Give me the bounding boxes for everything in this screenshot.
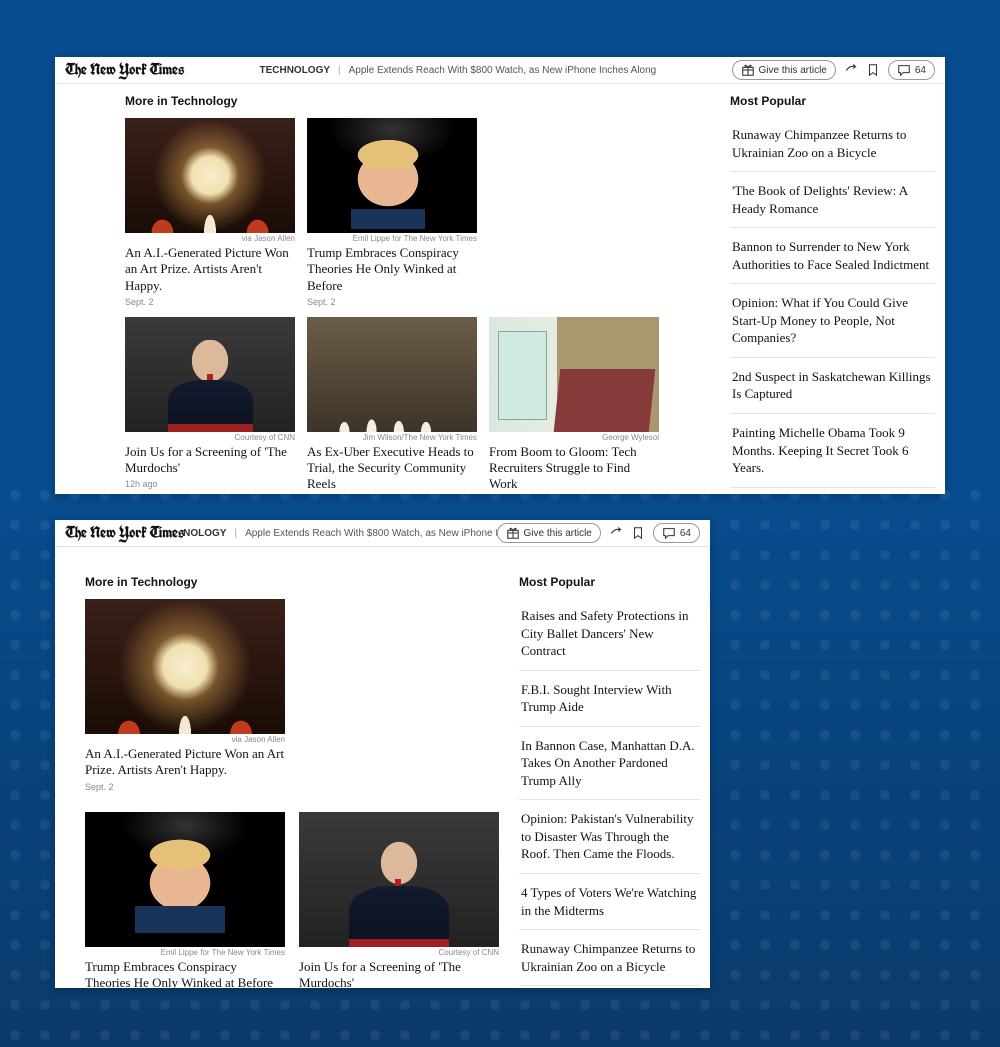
card-title: As Ex-Uber Executive Heads to Trial, the… [307, 444, 477, 493]
comment-count: 64 [680, 528, 691, 539]
screenshot-narrow: The New York Times TECHNOLOGY | Apple Ex… [55, 520, 710, 988]
topbar-actions: Give this article 64 [497, 523, 700, 543]
photo-credit: via Jason Allen [125, 234, 295, 243]
give-article-button[interactable]: Give this article [732, 60, 836, 80]
article-card[interactable]: Emil Lippe for The New York Times Trump … [85, 812, 285, 989]
card-timestamp: Sept. 2 [85, 782, 285, 792]
card-title: An A.I.-Generated Picture Won an Art Pri… [125, 245, 295, 294]
popular-heading: Most Popular [519, 575, 700, 589]
main-column: More in Technology via Jason Allen An A.… [65, 84, 720, 494]
article-grid: via Jason Allen An A.I.-Generated Pictur… [85, 599, 499, 988]
thumbnail [307, 118, 477, 233]
photo-credit: Emil Lippe for The New York Times [85, 948, 285, 957]
card-timestamp: Sept. 2 [125, 297, 295, 307]
brand-logo[interactable]: The New York Times [65, 60, 184, 80]
brand-logo[interactable]: The New York Times [65, 523, 184, 543]
popular-item[interactable]: 4 Types of Voters We're Watching in the … [519, 873, 700, 929]
divider: | [338, 65, 341, 76]
sidebar: Most Popular Runaway Chimpanzee Returns … [720, 84, 935, 494]
popular-item[interactable]: In Bannon Case, Manhattan D.A. Takes On … [519, 726, 700, 800]
comments-button[interactable]: 64 [888, 60, 935, 80]
photo-credit: Emil Lippe for The New York Times [307, 234, 477, 243]
give-label: Give this article [759, 65, 827, 76]
give-label: Give this article [524, 528, 592, 539]
popular-item[interactable]: 'The Book of Delights' Review: A Heady R… [730, 171, 935, 227]
section-tag[interactable]: TECHNOLOGY [259, 65, 330, 76]
photo-credit: Courtesy of CNN [125, 433, 295, 442]
give-article-button[interactable]: Give this article [497, 523, 601, 543]
comment-icon [662, 526, 676, 540]
article-card[interactable]: Courtesy of CNN Join Us for a Screening … [125, 317, 295, 494]
article-grid: via Jason Allen An A.I.-Generated Pictur… [125, 118, 710, 494]
comment-count: 64 [915, 65, 926, 76]
thumbnail [299, 812, 499, 947]
photo-credit: George Wylesol [489, 433, 659, 442]
share-button[interactable] [844, 63, 858, 77]
photo-credit: Jim Wilson/The New York Times [307, 433, 477, 442]
card-title: An A.I.-Generated Picture Won an Art Pri… [85, 746, 285, 779]
popular-list: Runaway Chimpanzee Returns to Ukrainian … [730, 118, 935, 494]
popular-item[interactable]: F.B.I. Sought Interview With Trump Aide [519, 670, 700, 726]
popular-item[interactable]: Opinion: What if You Could Give Start-Up… [730, 283, 935, 357]
thumbnail [85, 599, 285, 734]
popular-heading: Most Popular [730, 94, 935, 108]
popular-item[interactable]: Raises and Safety Protections in City Ba… [519, 599, 700, 670]
card-title: From Boom to Gloom: Tech Recruiters Stru… [489, 444, 659, 493]
card-title: Trump Embraces Conspiracy Theories He On… [85, 959, 285, 989]
card-title: Join Us for a Screening of 'The Murdochs… [299, 959, 499, 989]
topbar-actions: Give this article 64 [732, 60, 935, 80]
topbar-headline: TECHNOLOGY | Apple Extends Reach With $8… [184, 528, 496, 539]
popular-item[interactable]: Bannon to Surrender to New York Authorit… [730, 227, 935, 283]
article-card[interactable]: via Jason Allen An A.I.-Generated Pictur… [85, 599, 285, 792]
article-card[interactable]: Emil Lippe for The New York Times Trump … [307, 118, 477, 307]
card-timestamp: 12h ago [125, 479, 295, 489]
sidebar: Most Popular Raises and Safety Protectio… [509, 547, 700, 988]
photo-credit: Courtesy of CNN [299, 948, 499, 957]
card-timestamp: Sept. 2 [307, 297, 477, 307]
current-article-title[interactable]: Apple Extends Reach With $800 Watch, as … [245, 528, 496, 539]
section-tag[interactable]: TECHNOLOGY [184, 528, 226, 539]
bookmark-button[interactable] [866, 63, 880, 77]
thumbnail [125, 317, 295, 432]
comments-button[interactable]: 64 [653, 523, 700, 543]
section-heading: More in Technology [85, 575, 499, 589]
current-article-title[interactable]: Apple Extends Reach With $800 Watch, as … [349, 65, 657, 76]
popular-item[interactable]: 2nd Suspect in Saskatchewan Killings Is … [730, 357, 935, 413]
thumbnail [489, 317, 659, 432]
bookmark-button[interactable] [631, 526, 645, 540]
comment-icon [897, 63, 911, 77]
topbar: The New York Times TECHNOLOGY | Apple Ex… [55, 57, 945, 84]
popular-item[interactable]: From Start to Finish, Venus and Serena W… [730, 487, 935, 494]
popular-item[interactable]: Opinion: Pakistan's Vulnerability to Dis… [519, 799, 700, 873]
popular-item[interactable]: Runaway Chimpanzee Returns to Ukrainian … [730, 118, 935, 171]
popular-item[interactable]: Runaway Chimpanzee Returns to Ukrainian … [519, 929, 700, 985]
section-heading: More in Technology [125, 94, 710, 108]
card-title: Join Us for a Screening of 'The Murdochs… [125, 444, 295, 477]
card-title: Trump Embraces Conspiracy Theories He On… [307, 245, 477, 294]
screenshot-wide: The New York Times TECHNOLOGY | Apple Ex… [55, 57, 945, 494]
thumbnail [125, 118, 295, 233]
divider: | [234, 528, 237, 539]
article-card[interactable]: Courtesy of CNN Join Us for a Screening … [299, 812, 499, 989]
share-button[interactable] [609, 526, 623, 540]
thumbnail [307, 317, 477, 432]
thumbnail [85, 812, 285, 947]
popular-item[interactable]: I Broke My Knee, Which Fractured My Marr… [519, 985, 700, 988]
popular-list: Raises and Safety Protections in City Ba… [519, 599, 700, 988]
gift-icon [506, 526, 520, 540]
gift-icon [741, 63, 755, 77]
article-card[interactable]: via Jason Allen An A.I.-Generated Pictur… [125, 118, 295, 307]
article-card[interactable]: George Wylesol From Boom to Gloom: Tech … [489, 317, 659, 494]
topbar: The New York Times TECHNOLOGY | Apple Ex… [55, 520, 710, 547]
main-column: More in Technology via Jason Allen An A.… [65, 547, 509, 988]
popular-item[interactable]: Painting Michelle Obama Took 9 Months. K… [730, 413, 935, 487]
topbar-headline: TECHNOLOGY | Apple Extends Reach With $8… [184, 65, 731, 76]
photo-credit: via Jason Allen [85, 735, 285, 744]
article-card[interactable]: Jim Wilson/The New York Times As Ex-Uber… [307, 317, 477, 494]
